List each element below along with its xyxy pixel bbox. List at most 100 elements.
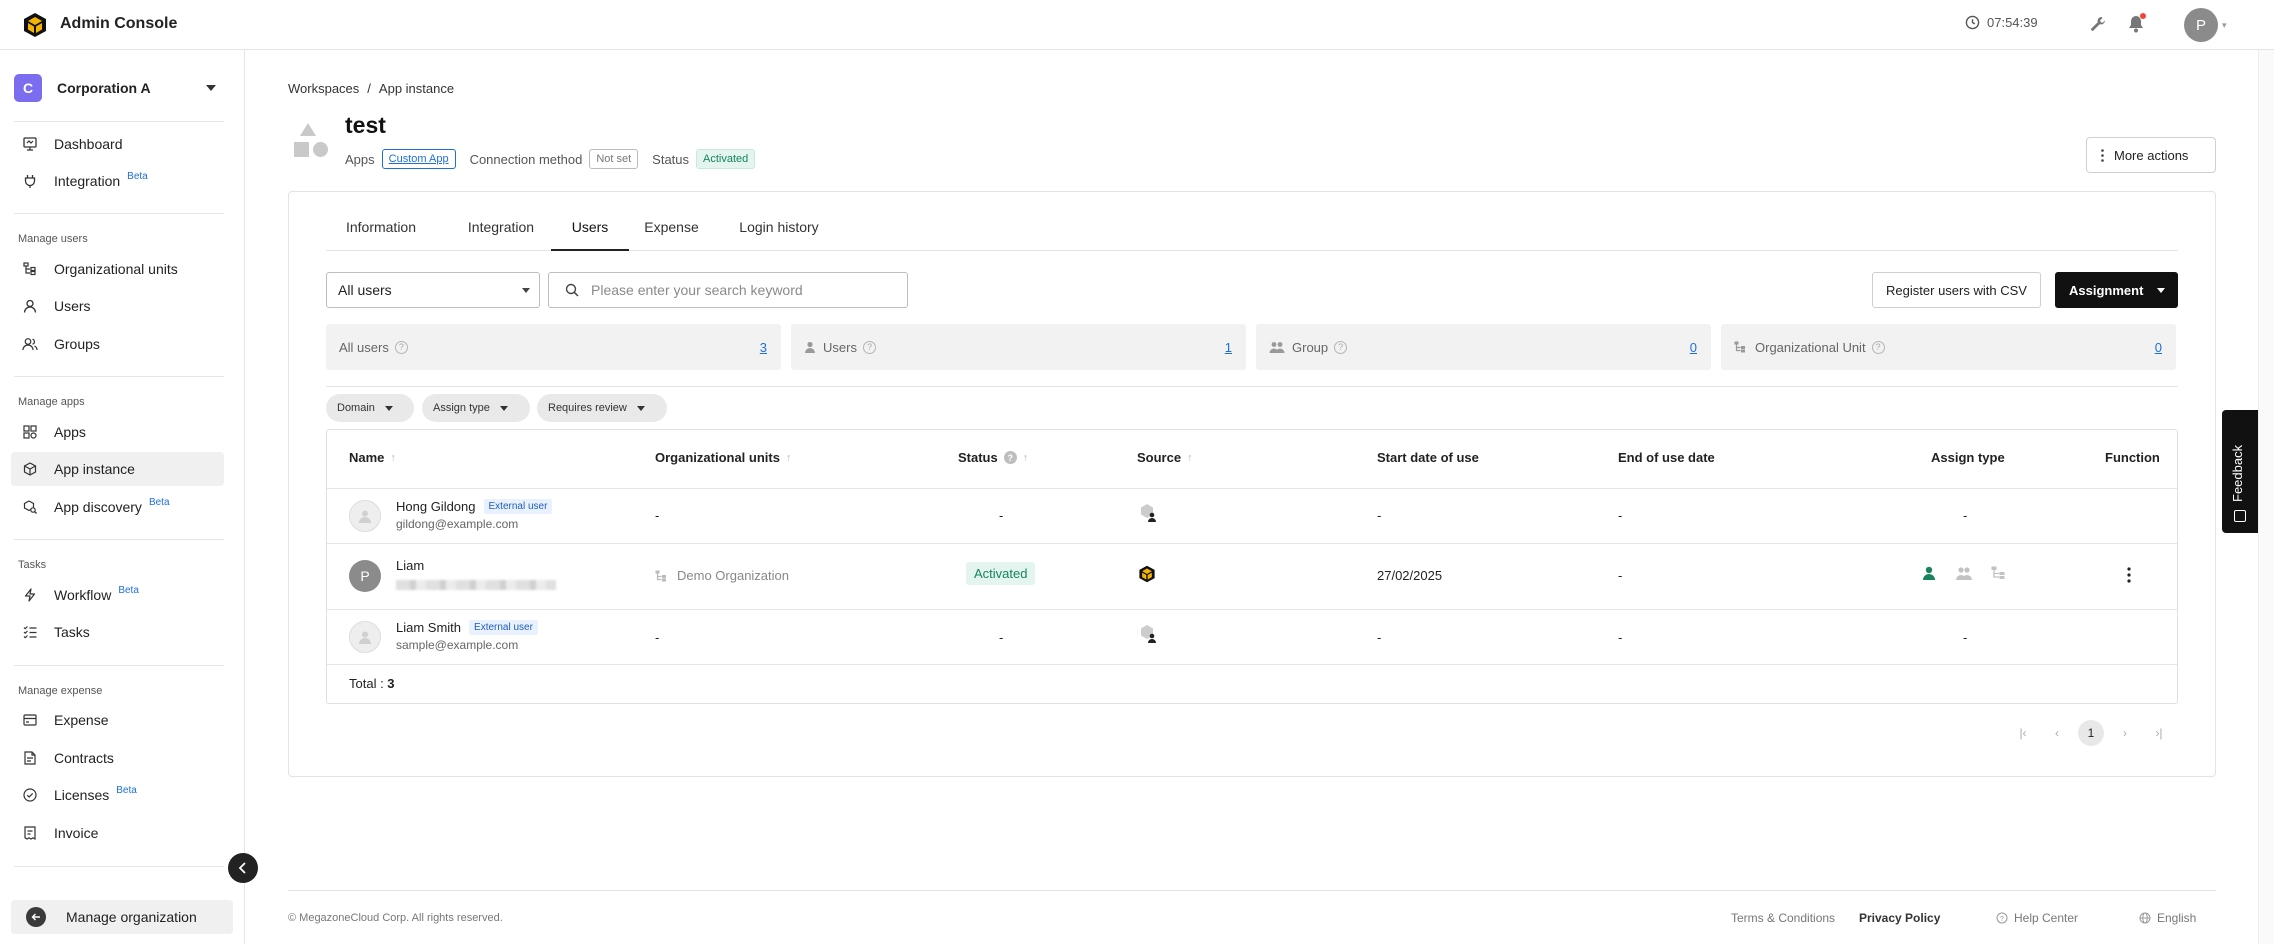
sidebar-item-invoice[interactable]: Invoice — [11, 816, 224, 850]
sort-arrow-icon[interactable]: ↑ — [1023, 452, 1029, 464]
sidebar-item-label: Dashboard — [54, 136, 123, 152]
sidebar-item-integration[interactable]: Integration Beta — [11, 164, 224, 198]
avatar: P — [349, 560, 381, 592]
search-input[interactable] — [591, 282, 891, 298]
organization-selector[interactable]: C Corporation A — [14, 72, 224, 104]
stat-count-link[interactable]: 1 — [1225, 340, 1232, 355]
avatar — [349, 500, 381, 532]
feedback-icon — [2234, 510, 2246, 522]
filter-chip-assign-type[interactable]: Assign type — [422, 394, 530, 422]
help-icon[interactable]: ? — [1334, 340, 1348, 354]
user-name[interactable]: Hong Gildong — [396, 499, 476, 514]
sidebar-item-label: Integration — [54, 173, 121, 189]
app-instance-name: test — [345, 112, 386, 138]
assignment-button[interactable]: Assignment — [2055, 272, 2178, 308]
page-number-current[interactable]: 1 — [2078, 720, 2104, 746]
sidebar-item-label: Expense — [54, 712, 109, 728]
help-icon[interactable]: ? — [394, 340, 408, 354]
column-header-source[interactable]: Source ↑ — [1137, 450, 1193, 465]
sidebar-item-groups[interactable]: Groups — [11, 327, 224, 361]
sidebar-item-contracts[interactable]: Contracts — [11, 741, 224, 775]
section-label-tasks: Tasks — [18, 559, 47, 571]
sidebar-item-tasks[interactable]: Tasks — [11, 615, 224, 649]
end-date-cell: - — [1618, 568, 1623, 583]
tab-integration[interactable]: Integration — [446, 218, 556, 251]
tab-information[interactable]: Information — [326, 218, 436, 251]
assignment-label: Assignment — [2069, 282, 2144, 298]
chevron-down-icon[interactable]: ▾ — [2222, 20, 2227, 31]
breadcrumb-separator: / — [367, 81, 371, 96]
column-header-status[interactable]: Status? ↑ — [958, 450, 1028, 465]
sidebar-item-expense[interactable]: Expense — [11, 703, 224, 737]
person-placeholder-icon — [359, 631, 371, 644]
wrench-icon[interactable] — [2089, 15, 2107, 33]
row-divider — [327, 664, 2177, 665]
sort-arrow-icon[interactable]: ↑ — [1187, 452, 1193, 464]
manage-organization-label: Manage organization — [66, 909, 197, 925]
notification-bell-icon[interactable] — [2127, 13, 2146, 33]
stat-count-link[interactable]: 0 — [1690, 340, 1697, 355]
row-kebab-menu-icon[interactable] — [2127, 567, 2131, 583]
sidebar-item-app-discovery[interactable]: App discovery Beta — [11, 490, 224, 524]
sidebar-item-dashboard[interactable]: Dashboard — [11, 127, 224, 161]
tab-expense[interactable]: Expense — [634, 218, 709, 251]
column-header-name[interactable]: Name ↑ — [349, 450, 396, 465]
filter-chip-domain[interactable]: Domain — [326, 394, 414, 422]
sidebar-item-apps[interactable]: Apps — [11, 415, 224, 449]
app-type-link[interactable]: Custom App — [381, 149, 456, 169]
scrollbar[interactable] — [2258, 50, 2274, 944]
terms-link[interactable]: Terms & Conditions — [1731, 911, 1835, 925]
first-page-icon[interactable]: |‹ — [2010, 720, 2036, 746]
help-icon[interactable]: ? — [862, 340, 876, 354]
filter-chip-requires-review[interactable]: Requires review — [537, 394, 667, 422]
more-actions-button[interactable]: More actions — [2086, 137, 2216, 173]
stat-label: Users — [823, 339, 857, 355]
user-search-box[interactable] — [548, 272, 908, 308]
next-page-icon[interactable]: › — [2112, 720, 2138, 746]
privacy-policy-link[interactable]: Privacy Policy — [1859, 911, 1940, 925]
org-unit-cell: - — [655, 630, 660, 645]
app-meta: Apps Custom App Connection method Not se… — [345, 149, 769, 169]
user-filter-select[interactable]: All users — [326, 272, 540, 308]
stat-count-link[interactable]: 0 — [2155, 340, 2162, 355]
stat-count-link[interactable]: 3 — [760, 340, 767, 355]
language-selector[interactable]: English — [2139, 911, 2196, 925]
help-icon[interactable]: ? — [1003, 451, 1017, 464]
user-avatar[interactable]: P — [2184, 8, 2218, 42]
org-badge: C — [14, 74, 42, 102]
prev-page-icon[interactable]: ‹ — [2044, 720, 2070, 746]
org-tree-icon — [22, 261, 38, 277]
sidebar-item-app-instance[interactable]: App instance — [11, 452, 224, 486]
start-date-cell: - — [1377, 508, 1382, 523]
caret-down-icon — [2157, 287, 2166, 293]
sort-arrow-icon[interactable]: ↑ — [786, 452, 792, 464]
clock-time: 07:54:39 — [1987, 15, 2038, 30]
user-name[interactable]: Liam Smith — [396, 620, 461, 635]
language-label: English — [2157, 911, 2197, 925]
sort-arrow-icon[interactable]: ↑ — [390, 452, 396, 464]
caret-down-icon — [206, 85, 216, 91]
top-bar — [0, 0, 2274, 50]
tab-login-history[interactable]: Login history — [719, 218, 839, 251]
breadcrumb-workspaces[interactable]: Workspaces — [288, 81, 359, 96]
sidebar-item-label: App instance — [54, 461, 135, 477]
manage-organization-button[interactable]: Manage organization — [11, 900, 233, 934]
user-name[interactable]: Liam — [396, 558, 424, 573]
help-icon[interactable]: ? — [1871, 340, 1885, 354]
column-header-label: Assign type — [1931, 450, 2005, 465]
register-users-csv-button[interactable]: Register users with CSV — [1872, 272, 2041, 308]
feedback-tab[interactable]: Feedback — [2222, 410, 2258, 533]
sidebar-item-licenses[interactable]: Licenses Beta — [11, 778, 224, 812]
svg-text:?: ? — [2000, 916, 2004, 923]
sidebar-item-workflow[interactable]: Workflow Beta — [11, 578, 224, 612]
feedback-label: Feedback — [2230, 444, 2245, 502]
collapse-sidebar-button[interactable] — [228, 853, 258, 883]
tab-users[interactable]: Users — [551, 218, 629, 251]
sidebar-item-users[interactable]: Users — [11, 289, 224, 323]
column-header-label: Name — [349, 450, 385, 465]
column-header-organizational-units[interactable]: Organizational units ↑ — [655, 450, 791, 465]
app-logo-icon[interactable] — [22, 12, 48, 38]
sidebar-item-organizational-units[interactable]: Organizational units — [11, 252, 224, 286]
last-page-icon[interactable]: ›| — [2146, 720, 2172, 746]
help-center-link[interactable]: ? Help Center — [1996, 911, 2078, 925]
